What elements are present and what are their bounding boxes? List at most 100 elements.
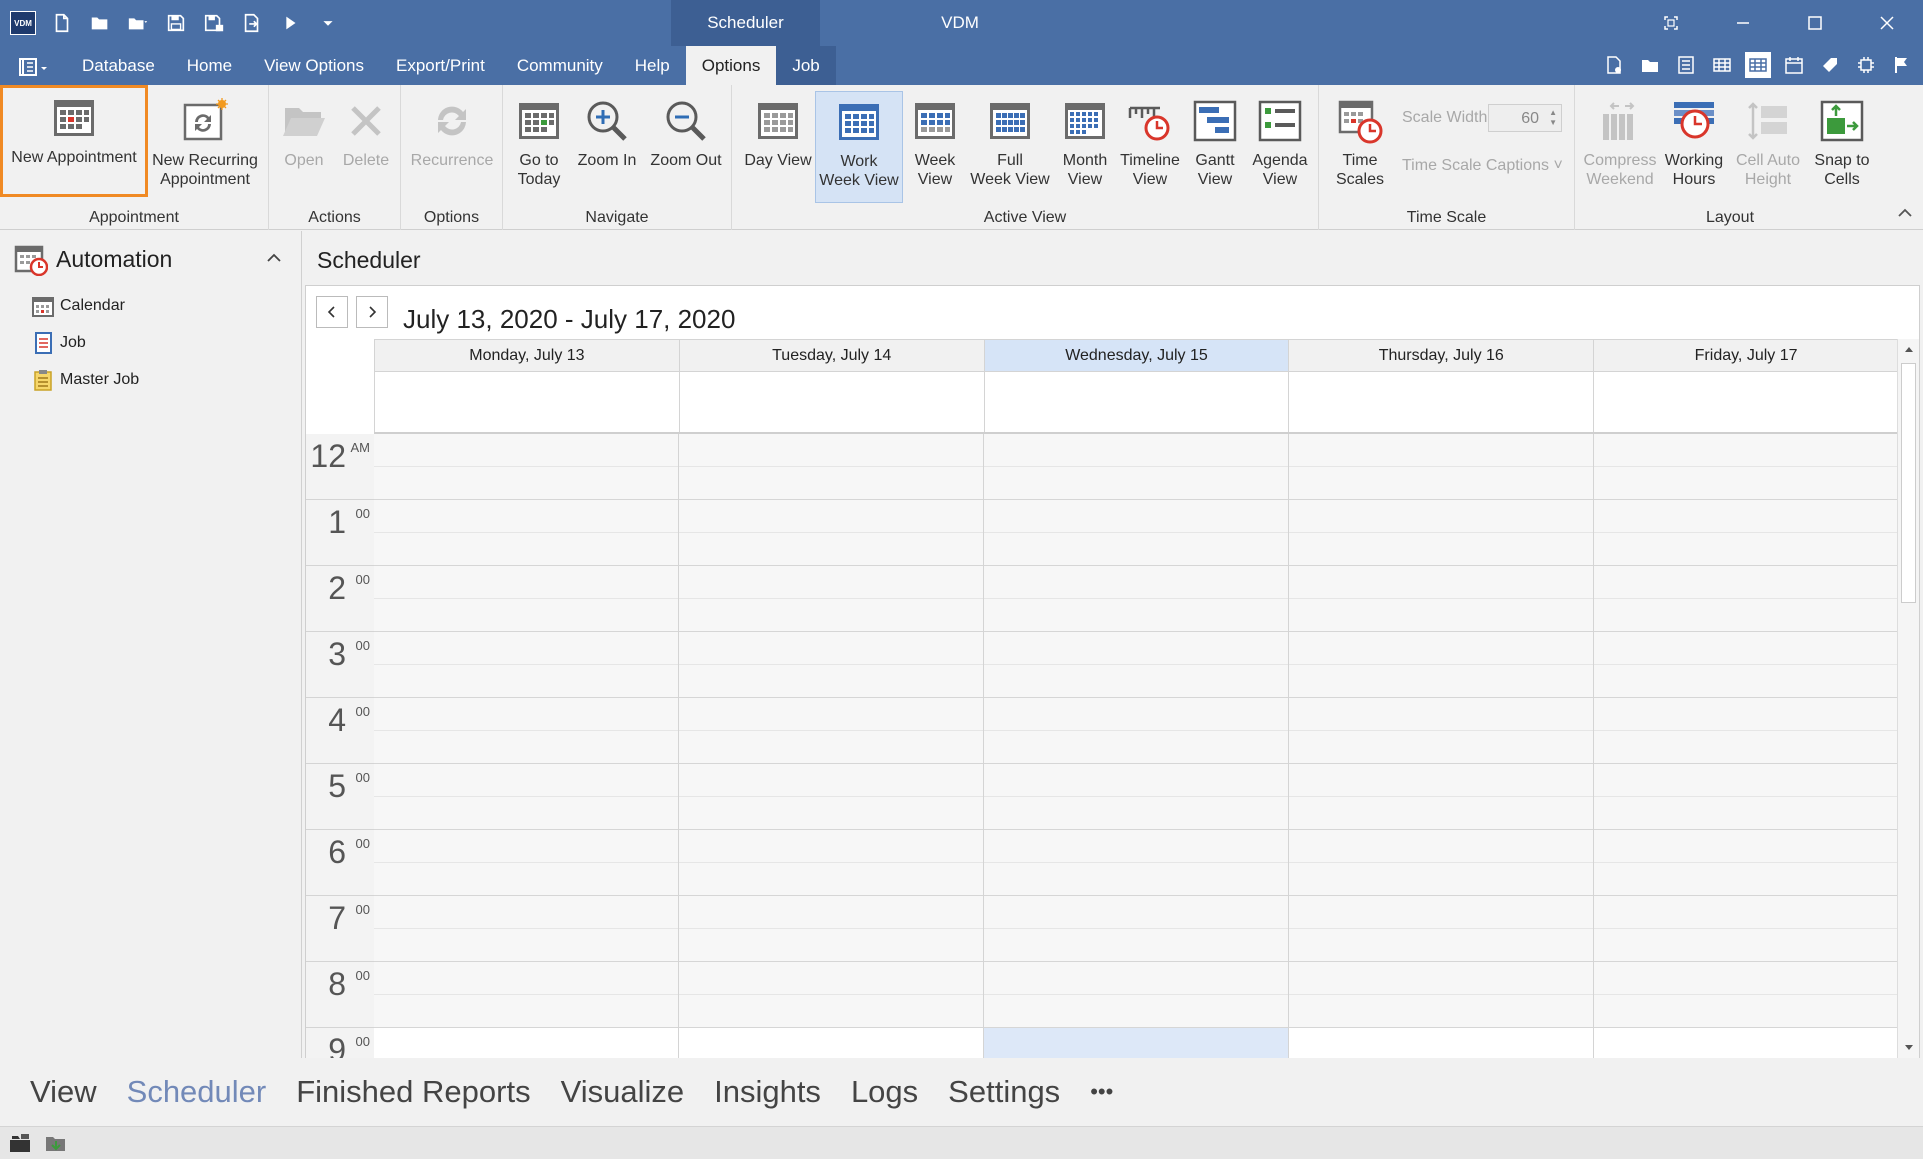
new-recurring-appointment-button[interactable]: New Recurring Appointment bbox=[150, 91, 260, 203]
export-folder-icon[interactable] bbox=[44, 1132, 68, 1154]
agenda-view-button[interactable]: Agenda View bbox=[1246, 91, 1314, 203]
time-scale-captions-dropdown[interactable]: Time Scale Captions ˅ bbox=[1402, 157, 1563, 175]
scroll-down-icon[interactable] bbox=[1898, 1036, 1919, 1058]
export-icon[interactable] bbox=[240, 11, 264, 35]
time-scales-button[interactable]: Time Scales bbox=[1323, 91, 1397, 203]
scale-width-input[interactable]: 60 ▲ ▼ bbox=[1488, 104, 1562, 132]
day-column[interactable] bbox=[1594, 434, 1899, 1058]
tab-options[interactable]: Options bbox=[685, 46, 777, 85]
grid-view-icon[interactable] bbox=[1709, 52, 1735, 78]
bottom-nav-logs[interactable]: Logs bbox=[851, 1074, 918, 1110]
nav-collapse-button[interactable] bbox=[265, 249, 283, 267]
day-column[interactable] bbox=[374, 434, 679, 1058]
customize-qat-icon[interactable] bbox=[316, 11, 340, 35]
work-hours-cell[interactable] bbox=[984, 1028, 1288, 1058]
recurrence-icon bbox=[428, 97, 476, 145]
week-view-button[interactable]: Week View bbox=[906, 91, 964, 203]
month-view-button[interactable]: Month View bbox=[1056, 91, 1114, 203]
all-day-cell[interactable] bbox=[1594, 372, 1899, 432]
nav-item-job[interactable]: Job bbox=[32, 330, 86, 356]
timeline-view-button[interactable]: Timeline View bbox=[1116, 91, 1184, 203]
collapse-ribbon-button[interactable] bbox=[1895, 203, 1915, 223]
snap-to-cells-button[interactable]: Snap to Cells bbox=[1809, 91, 1875, 203]
table-view-icon[interactable] bbox=[1745, 52, 1771, 78]
gantt-view-button[interactable]: Gantt View bbox=[1186, 91, 1244, 203]
compress-weekend-button[interactable]: Compress Weekend bbox=[1583, 91, 1657, 203]
nav-header[interactable]: Automation bbox=[14, 241, 172, 277]
all-day-cell[interactable] bbox=[679, 372, 985, 432]
tab-job[interactable]: Job bbox=[776, 46, 836, 85]
save-all-icon[interactable] bbox=[202, 11, 226, 35]
new-file-icon[interactable] bbox=[50, 11, 74, 35]
work-hours-cell[interactable] bbox=[1594, 1028, 1898, 1058]
file-menu-button[interactable] bbox=[18, 56, 52, 78]
bottom-nav-visualize[interactable]: Visualize bbox=[561, 1074, 685, 1110]
day-column-today[interactable] bbox=[984, 434, 1289, 1058]
work-hours-cell[interactable] bbox=[679, 1028, 983, 1058]
all-day-cell[interactable] bbox=[984, 372, 1290, 432]
tab-database[interactable]: Database bbox=[66, 46, 171, 85]
tag-icon[interactable] bbox=[1817, 52, 1843, 78]
scale-width-spinner-icon[interactable]: ▲ ▼ bbox=[1549, 108, 1557, 128]
fullscreen-button[interactable] bbox=[1635, 0, 1707, 46]
scrollbar-thumb[interactable] bbox=[1901, 363, 1916, 603]
cell-auto-height-button[interactable]: Cell Auto Height bbox=[1731, 91, 1805, 203]
day-header[interactable]: Monday, July 13 bbox=[374, 339, 680, 372]
tab-community[interactable]: Community bbox=[501, 46, 619, 85]
bottom-nav-finished-reports[interactable]: Finished Reports bbox=[296, 1074, 530, 1110]
save-icon[interactable] bbox=[164, 11, 188, 35]
day-header[interactable]: Friday, July 17 bbox=[1594, 339, 1899, 372]
database-icon[interactable] bbox=[8, 1132, 32, 1154]
full-week-view-button[interactable]: Full Week View bbox=[966, 91, 1054, 203]
go-to-today-button[interactable]: Go to Today bbox=[509, 91, 569, 203]
folder-icon[interactable] bbox=[1637, 52, 1663, 78]
tab-home[interactable]: Home bbox=[171, 46, 248, 85]
day-column[interactable] bbox=[679, 434, 984, 1058]
tab-export-print[interactable]: Export/Print bbox=[380, 46, 501, 85]
day-header-today[interactable]: Wednesday, July 15 bbox=[984, 339, 1290, 372]
previous-period-button[interactable] bbox=[316, 296, 348, 328]
time-hour: 5 bbox=[328, 768, 346, 804]
all-day-cell[interactable] bbox=[1289, 372, 1595, 432]
zoom-out-button[interactable]: Zoom Out bbox=[645, 91, 727, 203]
work-week-view-button[interactable]: Work Week View bbox=[815, 91, 903, 203]
bottom-nav-settings[interactable]: Settings bbox=[948, 1074, 1060, 1110]
minimize-button[interactable] bbox=[1707, 0, 1779, 46]
day-header[interactable]: Tuesday, July 14 bbox=[679, 339, 985, 372]
nav-item-calendar[interactable]: Calendar bbox=[32, 293, 125, 319]
bottom-nav-scheduler[interactable]: Scheduler bbox=[127, 1074, 267, 1110]
chip-icon[interactable] bbox=[1853, 52, 1879, 78]
tab-view-options[interactable]: View Options bbox=[248, 46, 380, 85]
day-header[interactable]: Thursday, July 16 bbox=[1289, 339, 1595, 372]
recurrence-button[interactable]: Recurrence bbox=[407, 91, 497, 203]
bottom-nav-view[interactable]: View bbox=[30, 1074, 97, 1110]
zoom-in-button[interactable]: Zoom In bbox=[571, 91, 643, 203]
day-column[interactable] bbox=[1289, 434, 1594, 1058]
flag-icon[interactable] bbox=[1889, 52, 1915, 78]
maximize-button[interactable] bbox=[1779, 0, 1851, 46]
tab-help[interactable]: Help bbox=[619, 46, 686, 85]
nav-item-master-job[interactable]: Master Job bbox=[32, 367, 139, 393]
new-appointment-button[interactable]: New Appointment bbox=[0, 85, 148, 197]
open-button[interactable]: Open bbox=[277, 91, 331, 203]
day-view-button[interactable]: Day View bbox=[740, 91, 816, 203]
run-icon[interactable] bbox=[278, 11, 302, 35]
list-view-icon[interactable] bbox=[1673, 52, 1699, 78]
scroll-up-icon[interactable] bbox=[1898, 339, 1919, 361]
ribbon: New Appointment New Recurring Appointmen… bbox=[0, 85, 1923, 230]
vertical-scrollbar[interactable] bbox=[1897, 339, 1919, 1058]
calendar-view-icon[interactable] bbox=[1781, 52, 1807, 78]
close-button[interactable] bbox=[1851, 0, 1923, 46]
delete-button[interactable]: Delete bbox=[337, 91, 395, 203]
new-report-icon[interactable] bbox=[1601, 52, 1627, 78]
work-hours-cell[interactable] bbox=[374, 1028, 678, 1058]
work-hours-cell[interactable] bbox=[1289, 1028, 1593, 1058]
open-folder-icon[interactable] bbox=[88, 11, 112, 35]
bottom-nav-insights[interactable]: Insights bbox=[714, 1074, 821, 1110]
working-hours-button[interactable]: Working Hours bbox=[1661, 91, 1727, 203]
all-day-cell[interactable] bbox=[374, 372, 680, 432]
next-period-button[interactable] bbox=[356, 296, 388, 328]
more-options-icon[interactable]: ••• bbox=[1090, 1079, 1113, 1105]
open-recent-icon[interactable] bbox=[126, 11, 150, 35]
window-controls bbox=[1635, 0, 1923, 46]
